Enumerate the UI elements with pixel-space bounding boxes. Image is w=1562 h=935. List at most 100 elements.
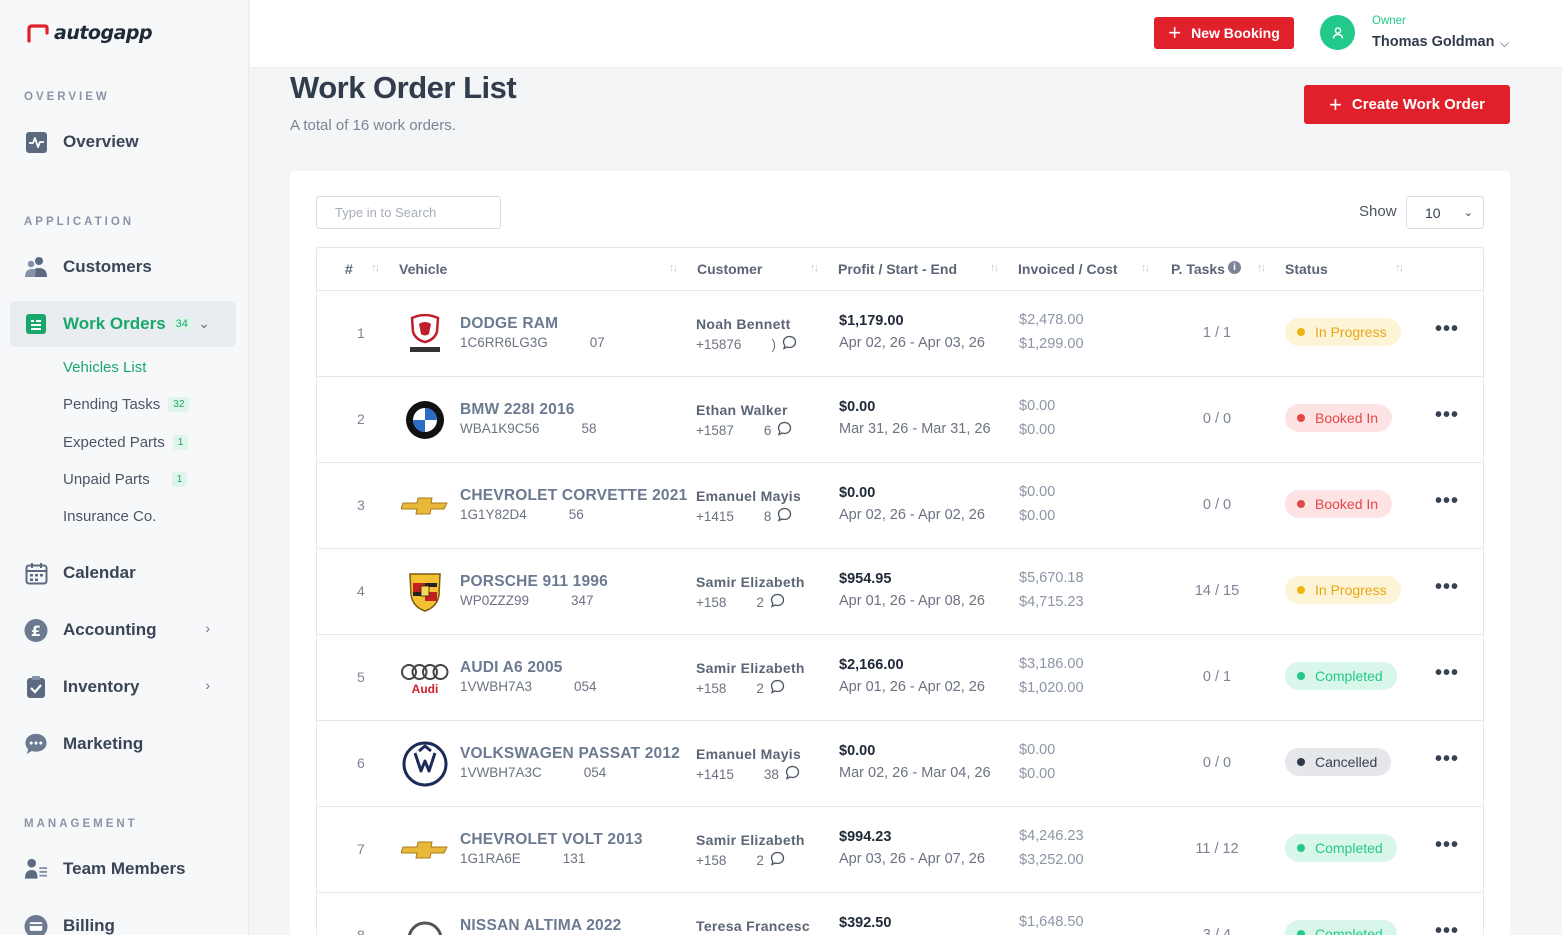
redaction <box>726 853 757 867</box>
create-work-order-button[interactable]: + Create Work Order <box>1304 85 1510 124</box>
more-actions-icon[interactable]: ••• <box>1435 490 1459 513</box>
sort-icon[interactable]: ↑↓ <box>669 262 678 274</box>
table-row[interactable]: 5 Audi AUDI A6 2005 1VWBH7A3 054 Samir El… <box>317 635 1483 721</box>
more-actions-icon[interactable]: ••• <box>1435 318 1459 341</box>
table-row[interactable]: 7 CHEVROLET VOLT 2013 1G1RA6E 131 Samir E… <box>317 807 1483 893</box>
customer-name[interactable]: Samir Elizabeth <box>696 660 805 676</box>
nav-calendar[interactable]: Calendar <box>10 550 236 596</box>
more-actions-icon[interactable]: ••• <box>1435 662 1459 685</box>
avatar[interactable] <box>1320 15 1355 50</box>
col-status[interactable]: Status <box>1285 261 1328 277</box>
owner-name[interactable]: Thomas Goldman <box>1372 34 1494 50</box>
more-actions-icon[interactable]: ••• <box>1435 748 1459 771</box>
tasks-progress: 14 / 15 <box>1194 583 1240 599</box>
col-customer[interactable]: Customer <box>697 261 762 277</box>
date-range: Apr 01, 26 - Apr 08, 26 <box>839 593 985 609</box>
sort-icon[interactable]: ↑↓ <box>1395 262 1404 274</box>
col-index[interactable]: # <box>345 261 353 277</box>
table-row[interactable]: 6 VOLKSWAGEN PASSAT 2012 1VWBH7A3C 054 Em… <box>317 721 1483 807</box>
message-icon[interactable] <box>770 593 785 611</box>
nav-team-members[interactable]: Team Members <box>10 846 236 892</box>
col-profit[interactable]: Profit / Start - End <box>838 261 957 277</box>
vehicle-name[interactable]: CHEVROLET CORVETTE 2021 <box>460 487 687 505</box>
message-icon[interactable] <box>777 507 792 525</box>
table-row[interactable]: 3 CHEVROLET CORVETTE 2021 1G1Y82D4 56 Ema… <box>317 463 1483 549</box>
volkswagen-logo <box>400 739 450 789</box>
tasks-progress: 11 / 12 <box>1195 841 1239 857</box>
vehicle-name[interactable]: NISSAN ALTIMA 2022 <box>460 917 622 935</box>
nav-overview[interactable]: Overview <box>10 119 236 165</box>
vehicle-vin: 1G1Y82D4 56 <box>460 507 584 523</box>
subnav-expected-parts[interactable]: Expected Parts 1 <box>63 434 189 451</box>
vehicle-name[interactable]: PORSCHE 911 1996 <box>460 573 608 591</box>
autogapp-logo-icon <box>26 23 50 43</box>
customer-name[interactable]: Samir Elizabeth <box>696 574 805 590</box>
tasks-progress: 0 / 0 <box>1202 411 1232 427</box>
customer-name[interactable]: Emanuel Mayis <box>696 488 801 504</box>
status-badge: Completed <box>1285 920 1397 935</box>
unpaid-parts-badge: 1 <box>171 472 188 487</box>
subnav-pending-tasks[interactable]: Pending Tasks 32 <box>63 396 190 413</box>
customer-name[interactable]: Teresa Francesc <box>696 918 810 934</box>
subnav-insurance-co[interactable]: Insurance Co. <box>63 508 156 525</box>
brand-logo[interactable]: autogapp <box>26 22 153 44</box>
message-icon[interactable] <box>782 335 797 353</box>
vehicle-name[interactable]: BMW 228I 2016 <box>460 401 575 419</box>
table-row[interactable]: 1 DODGE RAM 1C6RR6LG3G 07 Noah Bennett +1… <box>317 291 1483 377</box>
dodge-logo <box>400 309 450 359</box>
cost-value: $3,252.00 <box>1019 852 1084 868</box>
search-input[interactable] <box>316 196 501 229</box>
sort-icon[interactable]: ↑↓ <box>810 262 819 274</box>
new-booking-button[interactable]: + New Booking <box>1154 17 1294 49</box>
profit-value: $392.50 <box>839 915 892 931</box>
row-index: 7 <box>357 841 365 857</box>
customer-phone: +158 2 <box>696 679 785 697</box>
vehicle-name[interactable]: VOLKSWAGEN PASSAT 2012 <box>460 745 680 763</box>
status-dot-icon <box>1297 930 1305 935</box>
sort-icon[interactable]: ↑↓ <box>371 262 380 274</box>
col-invoiced[interactable]: Invoiced / Cost <box>1018 261 1118 277</box>
customer-name[interactable]: Samir Elizabeth <box>696 832 805 848</box>
col-vehicle[interactable]: Vehicle <box>399 261 447 277</box>
redaction <box>733 767 764 781</box>
status-badge: Cancelled <box>1285 748 1392 776</box>
subnav-unpaid-parts[interactable]: Unpaid Parts 1 <box>63 471 188 488</box>
table-row[interactable]: 8 NISSAN NISSAN ALTIMA 2022 Teresa Franc… <box>317 893 1483 935</box>
nav-billing[interactable]: Billing <box>10 903 236 935</box>
sort-icon[interactable]: ↑↓ <box>1141 262 1150 274</box>
chevron-down-icon[interactable]: ⌵ <box>1500 36 1509 51</box>
message-icon[interactable] <box>770 679 785 697</box>
section-overview: OVERVIEW <box>24 91 110 103</box>
nav-accounting[interactable]: £ Accounting › <box>10 607 236 653</box>
nav-marketing[interactable]: Marketing <box>10 721 236 767</box>
table-row[interactable]: 4 PORSCHE 911 1996 WP0ZZZ99 347 Samir Eli… <box>317 549 1483 635</box>
sort-icon[interactable]: ↑↓ <box>1257 262 1266 274</box>
pending-tasks-badge: 32 <box>168 397 190 412</box>
more-actions-icon[interactable]: ••• <box>1435 834 1459 857</box>
sort-icon[interactable]: ↑↓ <box>990 262 999 274</box>
more-actions-icon[interactable]: ••• <box>1435 920 1459 935</box>
page-size-select[interactable]: 10 ⌄ <box>1406 196 1484 229</box>
chevron-right-icon: › <box>205 620 210 636</box>
customer-name[interactable]: Ethan Walker <box>696 402 788 418</box>
redaction <box>520 852 563 867</box>
date-range: Apr 02, 26 - Apr 02, 26 <box>839 507 985 523</box>
nav-customers[interactable]: Customers <box>10 244 236 290</box>
info-icon[interactable]: i <box>1228 261 1241 274</box>
more-actions-icon[interactable]: ••• <box>1435 576 1459 599</box>
message-icon[interactable] <box>770 851 785 869</box>
more-actions-icon[interactable]: ••• <box>1435 404 1459 427</box>
calendar-icon <box>24 561 48 585</box>
customer-name[interactable]: Noah Bennett <box>696 316 791 332</box>
nav-work-orders[interactable]: Work Orders 34 ⌄ <box>10 301 236 347</box>
vehicle-name[interactable]: AUDI A6 2005 <box>460 659 563 677</box>
nav-inventory[interactable]: Inventory › <box>10 664 236 710</box>
message-icon[interactable] <box>785 765 800 783</box>
subnav-vehicles-list[interactable]: Vehicles List <box>63 359 146 376</box>
vehicle-name[interactable]: CHEVROLET VOLT 2013 <box>460 831 643 849</box>
vehicle-name[interactable]: DODGE RAM <box>460 315 558 333</box>
col-tasks[interactable]: P. Tasks <box>1171 261 1225 277</box>
customer-name[interactable]: Emanuel Mayis <box>696 746 801 762</box>
message-icon[interactable] <box>777 421 792 439</box>
table-row[interactable]: 2 BMW 228I 2016 WBA1K9C56 58 Ethan Walker… <box>317 377 1483 463</box>
